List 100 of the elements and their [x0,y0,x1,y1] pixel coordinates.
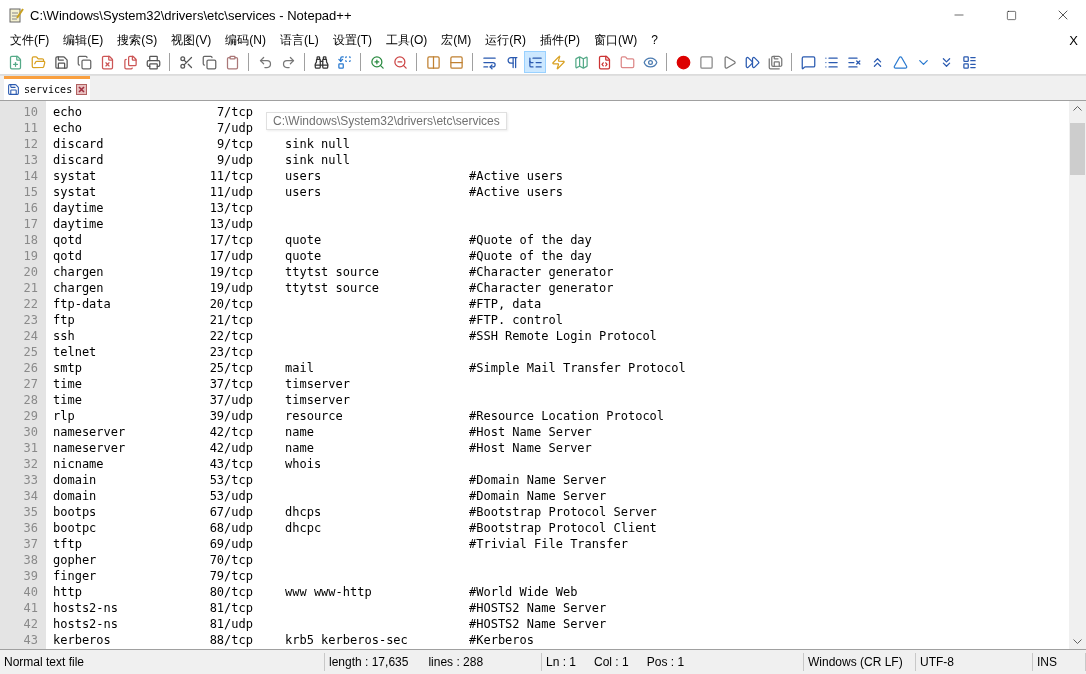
scroll-up-icon[interactable] [1073,105,1082,111]
scrollbar-thumb[interactable] [1070,123,1085,175]
line-number: 25 [22,344,39,360]
menu-item[interactable]: 窗口(W) [587,31,645,49]
code-text: discard [53,152,105,168]
code-text: 23/tcp [208,344,253,360]
redo-icon [280,54,296,70]
code-text: systat [53,168,98,184]
triangle-up-icon [892,54,908,70]
code-comment: #HOSTS2 Name Server [469,600,607,616]
line-number: 23 [22,312,39,328]
scroll-down-icon[interactable] [1073,639,1082,645]
code-text: hosts2-ns [53,616,120,632]
code-text: sink null [285,137,351,151]
code-text: smtp [53,360,83,376]
code-text: daytime [53,216,105,232]
line-number: 20 [22,264,39,280]
code-comment: #Active users [469,184,563,200]
code-text: bootpc [53,520,98,536]
code-text: chargen [53,264,105,280]
code-text: 19/tcp [208,264,253,280]
function-list-icon [596,54,612,70]
encoding-label: UTF-8 [920,655,954,669]
menu-item[interactable]: 编码(N) [218,31,273,49]
copy-icon [201,54,217,70]
line-ending-label: Windows (CR LF) [808,655,903,669]
code-text: 42/udp [208,440,253,456]
code-text: name [285,425,314,439]
code-text: name [285,441,314,455]
code-text: systat [53,184,98,200]
code-text: 9/udp [215,152,253,168]
line-number: 29 [22,408,39,424]
line-number: 22 [22,296,39,312]
menu-item[interactable]: 设置(T) [325,31,379,49]
line-number: 11 [22,120,39,136]
columns-icon [425,54,441,70]
code-text: gopher [53,552,98,568]
menu-item[interactable]: 编辑(E) [56,31,111,49]
file-tab[interactable]: services [4,76,91,100]
code-text: timserver [285,377,351,391]
bubble-icon [800,54,816,70]
menu-item[interactable]: 宏(M) [434,31,479,49]
code-text: 53/tcp [208,472,253,488]
menu-item[interactable]: 运行(R) [478,31,533,49]
code-text: 70/tcp [208,552,253,568]
code-text: resource [285,409,343,423]
code-comment: #Host Name Server [469,424,592,440]
printer-icon [145,54,161,70]
code-comment: #Character generator [469,280,614,296]
code-text: 67/udp [208,504,253,520]
code-text: 43/tcp [208,456,253,472]
vertical-scrollbar[interactable] [1069,101,1086,649]
code-comment: #Bootstrap Protocol Client [469,520,657,536]
code-text: 69/udp [208,536,253,552]
code-text: timserver [285,393,351,407]
binoculars-icon [313,54,329,70]
code-text: chargen [53,280,105,296]
column-label: Col : 1 [594,655,629,669]
code-text: ftp-data [53,296,112,312]
line-number: 36 [22,520,39,536]
code-text: 79/tcp [208,568,253,584]
close-icon[interactable] [76,84,88,95]
menu-item[interactable]: 搜索(S) [110,31,165,49]
code-text: ttytst source [285,265,379,279]
file-type-label: Normal text file [4,655,85,669]
line-number: 10 [22,104,39,120]
length-label: length : 17,635 [329,655,409,669]
code-text: daytime [53,200,105,216]
menu-item[interactable]: 工具(O) [379,31,435,49]
menu-item[interactable]: ? [644,33,665,47]
code-text: 81/tcp [208,600,253,616]
code-text: 13/tcp [208,200,253,216]
menu-item[interactable]: 语言(L) [273,31,326,49]
tooltip: C:\Windows\System32\drivers\etc\services [266,112,507,130]
menu-item[interactable]: 视图(V) [164,31,219,49]
lines-label: lines : 288 [428,655,484,669]
code-text: 20/tcp [208,296,253,312]
maximize-icon [1005,9,1017,21]
window-title: C:\Windows\System32\drivers\etc\services - Notepad++ [30,7,353,23]
menu-item[interactable]: 插件(P) [533,31,587,49]
code-text: 37/tcp [208,376,253,392]
code-text: echo [53,120,83,136]
line-number: 33 [22,472,39,488]
line-number: 21 [22,280,39,296]
code-comment: #SSH Remote Login Protocol [469,328,657,344]
code-text: 37/udp [208,392,253,408]
code-text: ttytst source [285,281,379,295]
code-text: 80/tcp [208,584,253,600]
line-number: 30 [22,424,39,440]
line-number: 14 [22,168,39,184]
rows-icon [448,54,464,70]
menu-item[interactable]: 文件(F) [3,31,57,49]
indent-guide-icon [527,54,543,70]
code-text: users [285,169,322,183]
replace-icon [336,54,352,70]
code-comment: #Resource Location Protocol [469,408,665,424]
line-number: 15 [22,184,39,200]
code-text: quote [285,249,322,263]
close-document-button[interactable]: X [1069,32,1078,48]
line-number: 19 [22,248,39,264]
